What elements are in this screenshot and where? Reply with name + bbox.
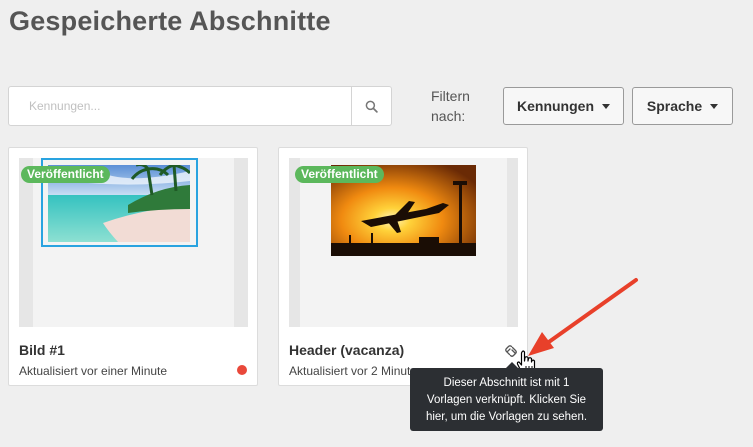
filter-label: Filtern nach: (431, 86, 470, 126)
caret-down-icon (602, 103, 610, 109)
caret-down-icon (710, 103, 719, 109)
page-title: Gespeicherte Abschnitte (9, 6, 331, 36)
language-dropdown-label: Sprache (646, 98, 703, 114)
annotation-arrow-icon (528, 278, 638, 356)
card-updated-text: Aktualisiert vor 2 Minute (289, 364, 418, 378)
tooltip-line: Vorlagen verknüpft. Klicken Sie (426, 394, 587, 406)
section-card[interactable]: Veröffentlicht Bild #1 Aktualisiert vor … (8, 147, 258, 386)
card-title[interactable]: Bild #1 (19, 342, 65, 358)
card-thumbnail[interactable]: Veröffentlicht (19, 158, 248, 327)
published-badge: Veröffentlicht (21, 166, 110, 183)
search-icon (365, 100, 378, 113)
linked-templates-tooltip: Dieser Abschnitt ist mit 1 Vorlagen verk… (410, 362, 603, 431)
filter-label-line1: Filtern (431, 88, 470, 104)
section-card[interactable]: Veröffentlicht Header (vacanza) Aktualis… (278, 147, 528, 386)
status-dot (237, 365, 247, 375)
card-title[interactable]: Header (vacanza) (289, 342, 404, 358)
tags-dropdown[interactable]: Kennungen (503, 87, 624, 125)
filter-label-line2: nach: (431, 108, 466, 124)
language-dropdown[interactable]: Sprache (632, 87, 733, 125)
search-input[interactable] (9, 87, 351, 125)
tooltip-line: Dieser Abschnitt ist mit 1 (443, 377, 570, 389)
search-box (8, 86, 392, 126)
tooltip-line: hier, um die Vorlagen zu sehen. (425, 411, 588, 423)
card-thumbnail[interactable]: Veröffentlicht (289, 158, 518, 327)
published-badge: Veröffentlicht (295, 166, 384, 183)
search-button[interactable] (351, 87, 391, 125)
tags-dropdown-label: Kennungen (517, 98, 594, 114)
card-updated-text: Aktualisiert vor einer Minute (19, 364, 168, 378)
